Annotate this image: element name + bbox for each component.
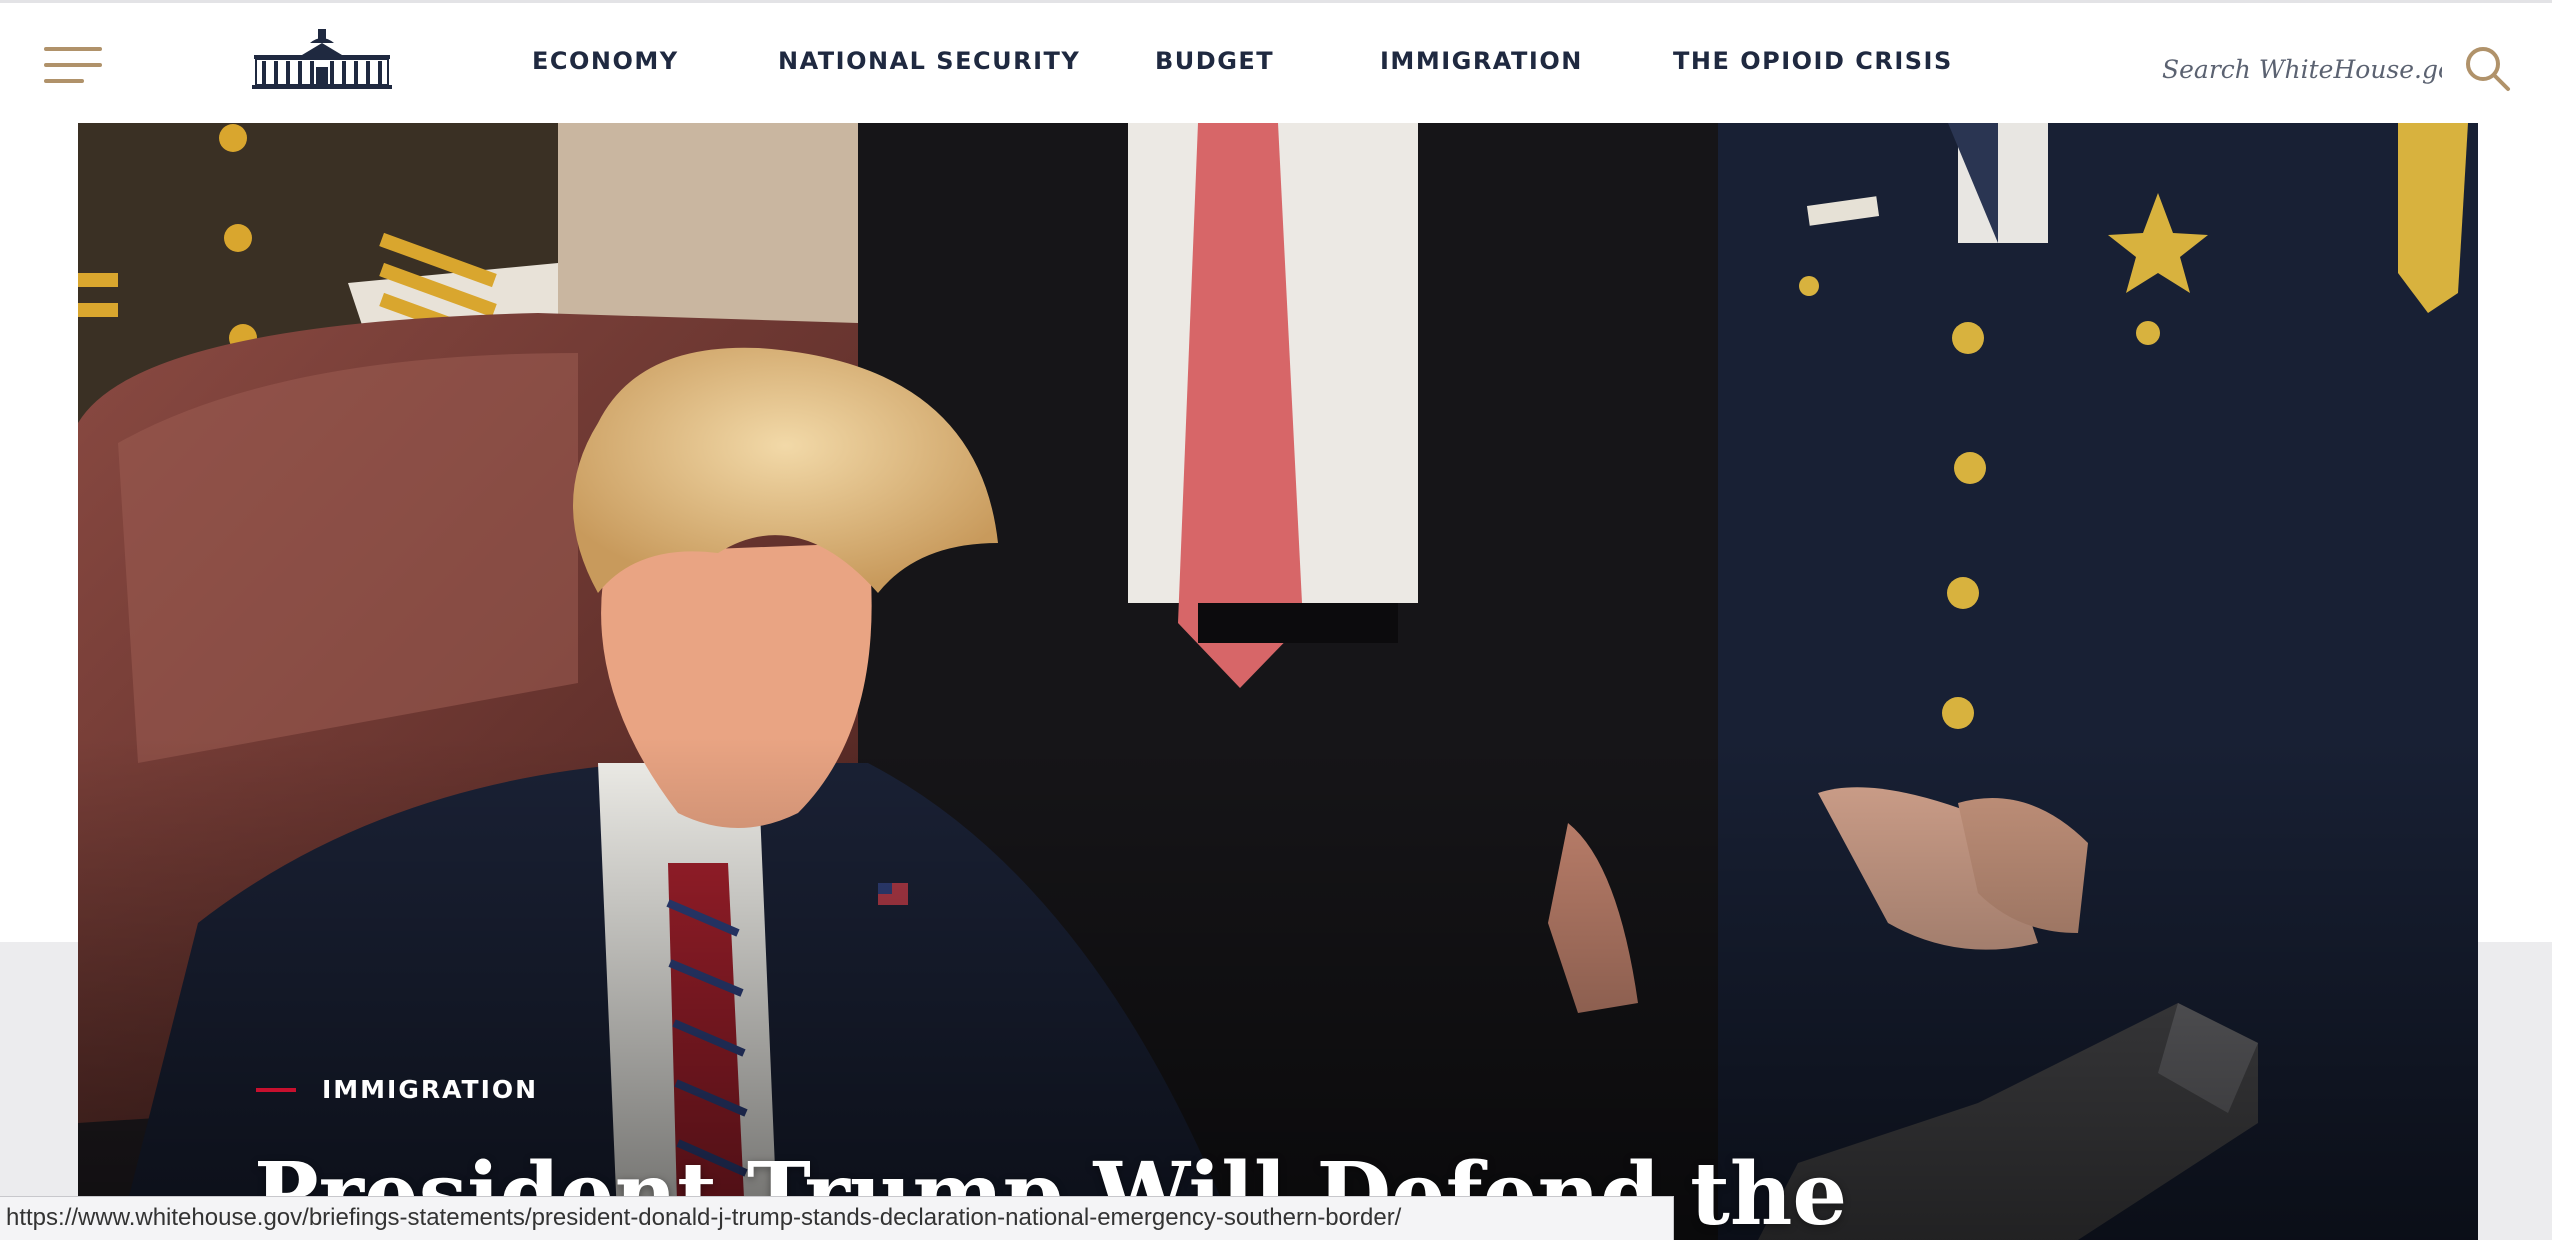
browser-status-bar: https://www.whitehouse.gov/briefings-sta…: [0, 1196, 1674, 1240]
search-input[interactable]: [2160, 45, 2444, 93]
nav-economy[interactable]: ECONOMY: [532, 47, 679, 75]
site-header: ECONOMY NATIONAL SECURITY BUDGET IMMIGRA…: [0, 3, 2552, 123]
category-label: IMMIGRATION: [322, 1075, 539, 1104]
search-icon[interactable]: [2462, 43, 2514, 95]
nav-opioid-crisis[interactable]: THE OPIOID CRISIS: [1673, 47, 1953, 75]
hamburger-menu-icon[interactable]: [44, 47, 102, 83]
hero-photo[interactable]: IMMIGRATION President Trump Will Defend …: [78, 123, 2478, 1240]
nav-budget[interactable]: BUDGET: [1155, 47, 1274, 75]
hero-photo-illustration: [78, 123, 2478, 1240]
nav-immigration[interactable]: IMMIGRATION: [1380, 47, 1583, 75]
category-dash: [256, 1087, 296, 1092]
category-kicker[interactable]: IMMIGRATION: [256, 1075, 538, 1104]
white-house-logo[interactable]: [252, 25, 392, 91]
nav-national-security[interactable]: NATIONAL SECURITY: [778, 47, 1080, 75]
